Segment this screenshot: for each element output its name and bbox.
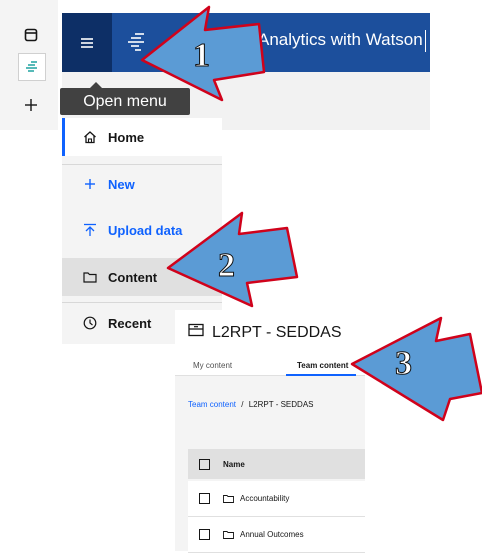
callout-arrows: 1 2 3 <box>140 5 482 422</box>
callout-arrow-3: 3 <box>350 316 482 422</box>
callout-number: 1 <box>193 37 210 74</box>
callout-number: 2 <box>218 247 235 284</box>
callout-number: 3 <box>395 345 412 382</box>
callout-arrow-1: 1 <box>140 5 266 102</box>
callout-arrow-2: 2 <box>166 211 299 308</box>
